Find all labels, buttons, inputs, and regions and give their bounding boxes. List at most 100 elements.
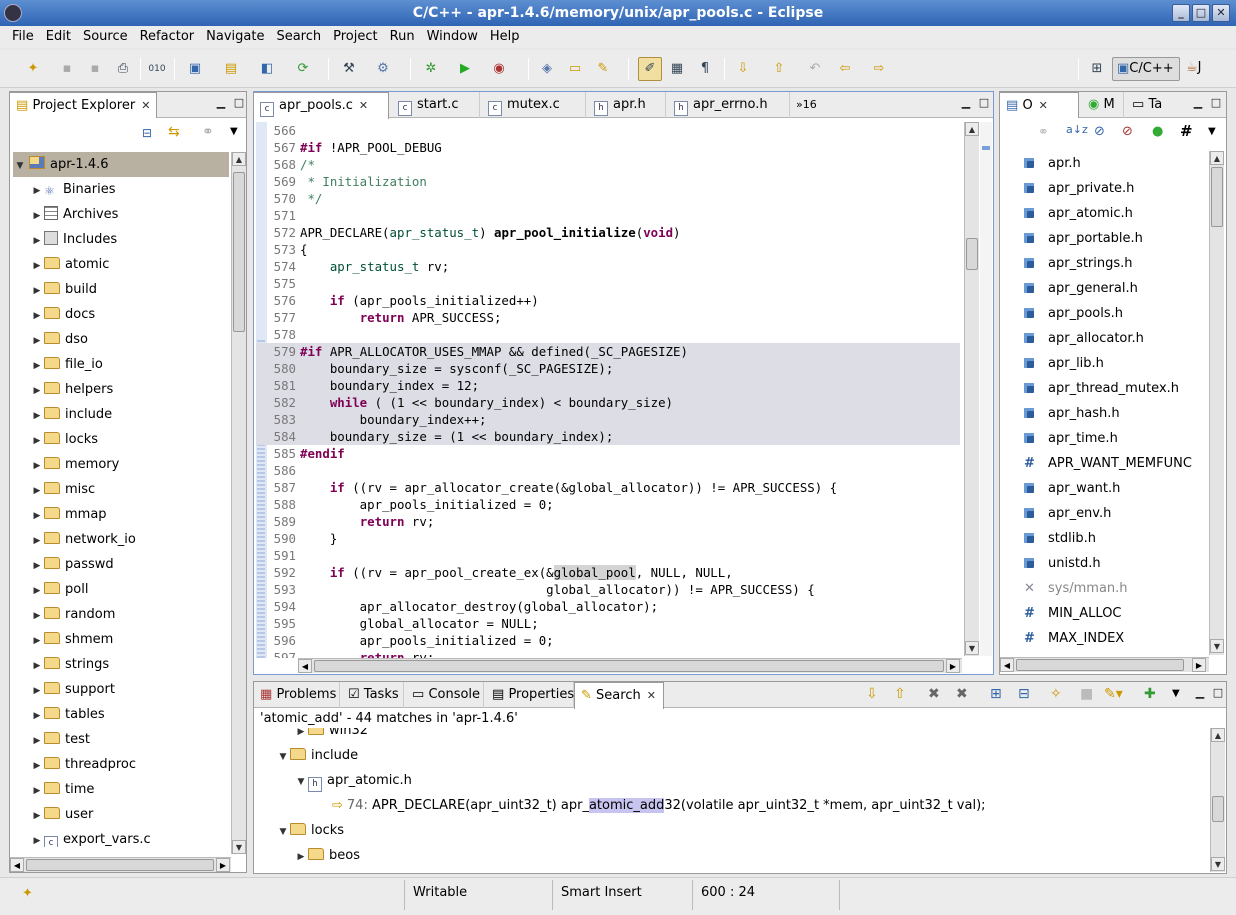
new-class-icon[interactable]: ◧ <box>258 60 276 78</box>
tree-item-archives[interactable]: ▶ Archives <box>30 202 118 227</box>
close-icon[interactable]: ✕ <box>1039 99 1048 112</box>
tab-mutex-c[interactable]: c mutex.c <box>482 92 586 118</box>
menu-file[interactable]: File <box>6 26 40 48</box>
scroll-up-icon[interactable]: ▲ <box>1211 728 1225 742</box>
chevron-right-icon[interactable]: ▶ <box>30 279 44 304</box>
code-line[interactable]: 588 apr_pools_initialized = 0; <box>256 496 960 513</box>
tree-item-include[interactable]: ▶ include <box>30 402 112 427</box>
chevron-right-icon[interactable]: ▶ <box>30 454 44 479</box>
scroll-up-icon[interactable]: ▲ <box>965 122 979 136</box>
chevron-right-icon[interactable]: ▶ <box>30 379 44 404</box>
code-line[interactable]: 575 <box>256 275 960 292</box>
result-locks[interactable]: ▼ locks <box>276 818 344 843</box>
code-text[interactable]: return rv; <box>300 513 435 530</box>
tab-apr-h[interactable]: h apr.h <box>588 92 666 118</box>
menu-help[interactable]: Help <box>484 26 526 48</box>
code-text[interactable]: apr_status_t rv; <box>300 258 449 275</box>
menu-edit[interactable]: Edit <box>40 26 77 48</box>
chevron-down-icon[interactable]: ▼ <box>294 770 308 795</box>
scroll-down-icon[interactable]: ▼ <box>1210 639 1224 653</box>
chevron-down-icon[interactable]: ▼ <box>13 154 27 179</box>
tab-apr-errno-h[interactable]: h apr_errno.h <box>668 92 790 118</box>
code-text[interactable]: */ <box>300 190 322 207</box>
code-line[interactable]: 578 <box>256 326 960 343</box>
maximize-view-icon[interactable]: □ <box>1210 97 1222 110</box>
tree-item-build[interactable]: ▶ build <box>30 277 97 302</box>
scroll-down-icon[interactable]: ▼ <box>232 840 246 854</box>
chevron-right-icon[interactable]: ▶ <box>30 354 44 379</box>
minimize-editor-icon[interactable]: ▁ <box>960 97 972 110</box>
code-line[interactable]: 566 <box>256 122 960 139</box>
tree-item-poll[interactable]: ▶ poll <box>30 577 88 602</box>
outline-item[interactable]: stdlib.h <box>1000 526 1096 551</box>
forward-icon[interactable]: ⇨ <box>870 60 888 78</box>
chevron-right-icon[interactable]: ▶ <box>30 679 44 704</box>
tree-root[interactable]: ▼ apr-1.4.6 <box>13 152 109 177</box>
close-icon[interactable]: ✕ <box>141 99 150 112</box>
new-item-icon[interactable]: ✦ <box>22 886 33 901</box>
editor-hscrollbar[interactable]: ◀ ▶ <box>298 658 962 673</box>
group-macros-icon[interactable]: # <box>1180 122 1193 140</box>
maximize-view-icon[interactable]: □ <box>1212 687 1224 700</box>
tab-start-c[interactable]: c start.c <box>392 92 480 118</box>
chevron-right-icon[interactable]: ▶ <box>30 529 44 554</box>
tab-project-explorer[interactable]: ▤ Project Explorer ✕ <box>9 92 157 119</box>
chevron-right-icon[interactable]: ▶ <box>30 654 44 679</box>
outline-item[interactable]: # MAX_INDEX <box>1000 626 1124 651</box>
show-paragraph-icon[interactable]: ¶ <box>696 60 714 78</box>
tab-outline[interactable]: ▤ O ✕ <box>999 92 1079 119</box>
view-menu-chevron-down-icon[interactable]: ▼ <box>1172 688 1180 699</box>
open-element-icon[interactable]: ▭ <box>566 60 584 78</box>
scroll-up-icon[interactable]: ▲ <box>1210 151 1224 165</box>
code-line[interactable]: 576 if (apr_pools_initialized++) <box>256 292 960 309</box>
chevron-right-icon[interactable]: ▶ <box>30 729 44 754</box>
code-text[interactable]: if ((rv = apr_pool_create_ex(&global_poo… <box>300 564 733 581</box>
run-icon[interactable]: ▶ <box>456 60 474 78</box>
tree-item-support[interactable]: ▶ support <box>30 677 115 702</box>
chevron-right-icon[interactable]: ▶ <box>30 804 44 829</box>
code-text[interactable]: apr_pools_initialized = 0; <box>300 632 554 649</box>
chevron-right-icon[interactable]: ▶ <box>30 629 44 654</box>
minimize-window-button[interactable]: _ <box>1172 4 1190 22</box>
build-config-icon[interactable]: ⚙ <box>374 60 392 78</box>
code-line[interactable]: 570 */ <box>256 190 960 207</box>
outline-item[interactable]: apr_hash.h <box>1000 401 1120 426</box>
minimize-view-icon[interactable]: ▁ <box>1194 687 1206 700</box>
tree-item-tables[interactable]: ▶ tables <box>30 702 105 727</box>
tree-item-memory[interactable]: ▶ memory <box>30 452 119 477</box>
tree-item-threadproc[interactable]: ▶ threadproc <box>30 752 136 777</box>
debug-icon[interactable]: ✲ <box>422 60 440 78</box>
tree-item-time[interactable]: ▶ time <box>30 777 94 802</box>
outline-item[interactable]: # APR_WANT_MEMFUNC <box>1000 451 1192 476</box>
editor-vscrollbar[interactable]: ▲ ▼ <box>964 122 979 656</box>
eclipse-app-icon[interactable] <box>4 4 22 22</box>
chevron-right-icon[interactable]: ▶ <box>30 704 44 729</box>
code-line[interactable]: 567 #if !APR_POOL_DEBUG <box>256 139 960 156</box>
previous-annotation-icon[interactable]: ⇧ <box>770 60 788 78</box>
next-match-icon[interactable]: ⇩ <box>866 686 878 702</box>
tab-tasks[interactable]: ☑ Tasks <box>342 682 404 708</box>
expand-all-icon[interactable]: ⊞ <box>990 686 1002 702</box>
outline-item[interactable]: apr_want.h <box>1000 476 1120 501</box>
code-text[interactable]: global_allocator = NULL; <box>300 615 539 632</box>
sort-icon[interactable]: a↓z <box>1066 123 1088 136</box>
tab-apr-pools-c[interactable]: c apr_pools.c ✕ <box>253 92 389 119</box>
tree-item-docs[interactable]: ▶ docs <box>30 302 95 327</box>
code-line[interactable]: 577 return APR_SUCCESS; <box>256 309 960 326</box>
tab-properties[interactable]: ▤ Properties <box>486 682 574 708</box>
tree-item-passwd[interactable]: ▶ passwd <box>30 552 114 577</box>
outline-item[interactable]: apr_allocator.h <box>1000 326 1144 351</box>
open-perspective-icon[interactable]: ⊞ <box>1088 60 1106 78</box>
code-line[interactable]: 584 boundary_size = (1 << boundary_index… <box>256 428 960 445</box>
menu-window[interactable]: Window <box>421 26 484 48</box>
code-text[interactable]: apr_allocator_destroy(global_allocator); <box>300 598 658 615</box>
tree-item-strings[interactable]: ▶ strings <box>30 652 109 677</box>
chevron-right-icon[interactable]: ▶ <box>30 179 44 204</box>
outline-item[interactable]: apr_time.h <box>1000 426 1118 451</box>
new-icon[interactable]: ✦ <box>24 60 42 78</box>
code-text[interactable]: #if APR_ALLOCATOR_USES_MMAP && defined(_… <box>300 343 688 360</box>
code-text[interactable]: boundary_size = sysconf(_SC_PAGESIZE); <box>300 360 613 377</box>
result-match-line[interactable]: ⇨ 74: APR_DECLARE(apr_uint32_t) apr_atomi… <box>332 793 986 818</box>
outline-item[interactable]: ✕ sys/mman.h <box>1000 576 1128 601</box>
tree-item-binaries[interactable]: ▶ ⚛ Binaries <box>30 177 116 204</box>
